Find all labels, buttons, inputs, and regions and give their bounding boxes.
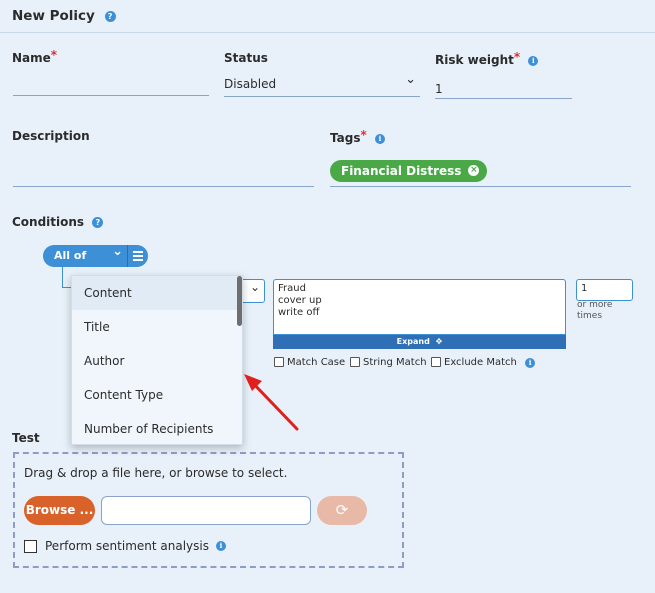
dropzone-text: Drag & drop a file here, or browse to se… xyxy=(24,466,288,480)
expand-button[interactable]: Expand ✥ xyxy=(273,335,566,349)
match-case-checkbox[interactable] xyxy=(274,357,284,367)
page-title: New Policy ? xyxy=(12,8,116,24)
condition-text-area[interactable]: Fraud cover up write off xyxy=(273,279,566,335)
group-operator-select[interactable]: All of ⌄ xyxy=(43,244,127,267)
text-line: write off xyxy=(278,307,320,318)
times-label: or more times xyxy=(577,300,612,322)
times-label-line: times xyxy=(577,311,603,321)
refresh-icon: ⟳ xyxy=(335,501,349,519)
required-asterisk: * xyxy=(50,48,58,62)
risk-weight-label-text: Risk weight xyxy=(435,53,514,67)
times-input[interactable]: 1 xyxy=(576,279,633,301)
hamburger-menu-button[interactable] xyxy=(127,245,148,267)
close-icon[interactable]: × xyxy=(468,165,480,176)
refresh-button[interactable]: ⟳ xyxy=(317,496,367,525)
hamburger-icon-bar xyxy=(133,259,143,261)
info-icon[interactable]: i xyxy=(525,358,536,368)
string-match-checkbox[interactable] xyxy=(350,357,360,367)
dropdown-item-content-type[interactable]: Content Type xyxy=(72,378,242,412)
hamburger-icon xyxy=(133,251,143,253)
info-icon[interactable]: i xyxy=(215,541,226,551)
sentiment-checkbox[interactable] xyxy=(24,539,37,553)
group-operator-value: All of xyxy=(54,249,87,262)
exclude-match-checkbox[interactable] xyxy=(431,357,441,367)
info-icon[interactable]: i xyxy=(528,56,539,66)
chevron-down-icon: ⌄ xyxy=(250,280,261,294)
name-input[interactable] xyxy=(13,76,209,96)
expand-label: Expand xyxy=(396,337,430,346)
dropdown-item-title[interactable]: Title xyxy=(72,310,242,344)
string-match-option[interactable]: String Match xyxy=(350,357,427,368)
page-title-text: New Policy xyxy=(12,8,95,24)
tags-label: Tags* i xyxy=(330,128,385,145)
description-label: Description xyxy=(12,129,90,143)
chevron-down-icon: ⌄ xyxy=(112,244,123,259)
name-label: Name* xyxy=(12,48,58,65)
dropdown-item-content[interactable]: Content xyxy=(72,276,242,310)
required-asterisk: * xyxy=(513,50,521,64)
info-icon[interactable]: i xyxy=(374,134,385,144)
name-label-text: Name xyxy=(12,51,51,65)
risk-weight-value: 1 xyxy=(435,82,443,96)
risk-weight-label: Risk weight* i xyxy=(435,50,539,67)
expand-icon: ✥ xyxy=(435,337,443,346)
exclude-match-option[interactable]: Exclude Match i xyxy=(431,357,536,368)
sentiment-option[interactable]: Perform sentiment analysis i xyxy=(24,539,226,553)
match-case-label: Match Case xyxy=(287,357,346,368)
tags-label-text: Tags xyxy=(330,131,361,145)
times-value: 1 xyxy=(581,283,588,294)
status-select[interactable]: Disabled ⌄ xyxy=(224,72,420,97)
question-circle-icon[interactable]: ? xyxy=(104,11,116,22)
question-circle-icon[interactable]: ? xyxy=(92,217,104,228)
text-line: Fraud xyxy=(278,283,306,294)
file-name-input[interactable] xyxy=(101,496,311,525)
browse-button[interactable]: Browse ... xyxy=(24,496,95,525)
tags-underline xyxy=(330,186,631,187)
text-line: cover up xyxy=(278,295,322,306)
field-dropdown-menu: Content Title Author Content Type Number… xyxy=(71,275,243,445)
sentiment-label: Perform sentiment analysis xyxy=(45,539,209,553)
status-label: Status xyxy=(224,51,268,65)
required-asterisk: * xyxy=(360,128,367,142)
annotation-arrow-icon xyxy=(244,374,299,431)
risk-weight-input[interactable]: 1 xyxy=(435,77,572,99)
string-match-label: String Match xyxy=(363,357,427,368)
tag-label: Financial Distress xyxy=(341,164,462,178)
chevron-down-icon: ⌄ xyxy=(405,72,416,87)
exclude-match-label: Exclude Match xyxy=(444,357,517,368)
conditions-label-text: Conditions xyxy=(12,215,85,229)
conditions-label: Conditions ? xyxy=(12,215,104,229)
test-label: Test xyxy=(12,431,40,445)
description-input[interactable] xyxy=(13,155,314,187)
match-case-option[interactable]: Match Case xyxy=(274,357,345,368)
dropdown-scrollbar[interactable] xyxy=(237,276,242,326)
times-label-line: or more xyxy=(577,300,613,310)
status-select-value: Disabled xyxy=(224,77,277,91)
hamburger-icon-bar xyxy=(133,255,143,257)
dropdown-item-author[interactable]: Author xyxy=(72,344,242,378)
dropdown-item-number-of-recipients[interactable]: Number of Recipients xyxy=(72,412,242,444)
field-select[interactable]: ⌄ xyxy=(240,279,265,303)
tag-financial-distress: Financial Distress × xyxy=(330,160,488,182)
